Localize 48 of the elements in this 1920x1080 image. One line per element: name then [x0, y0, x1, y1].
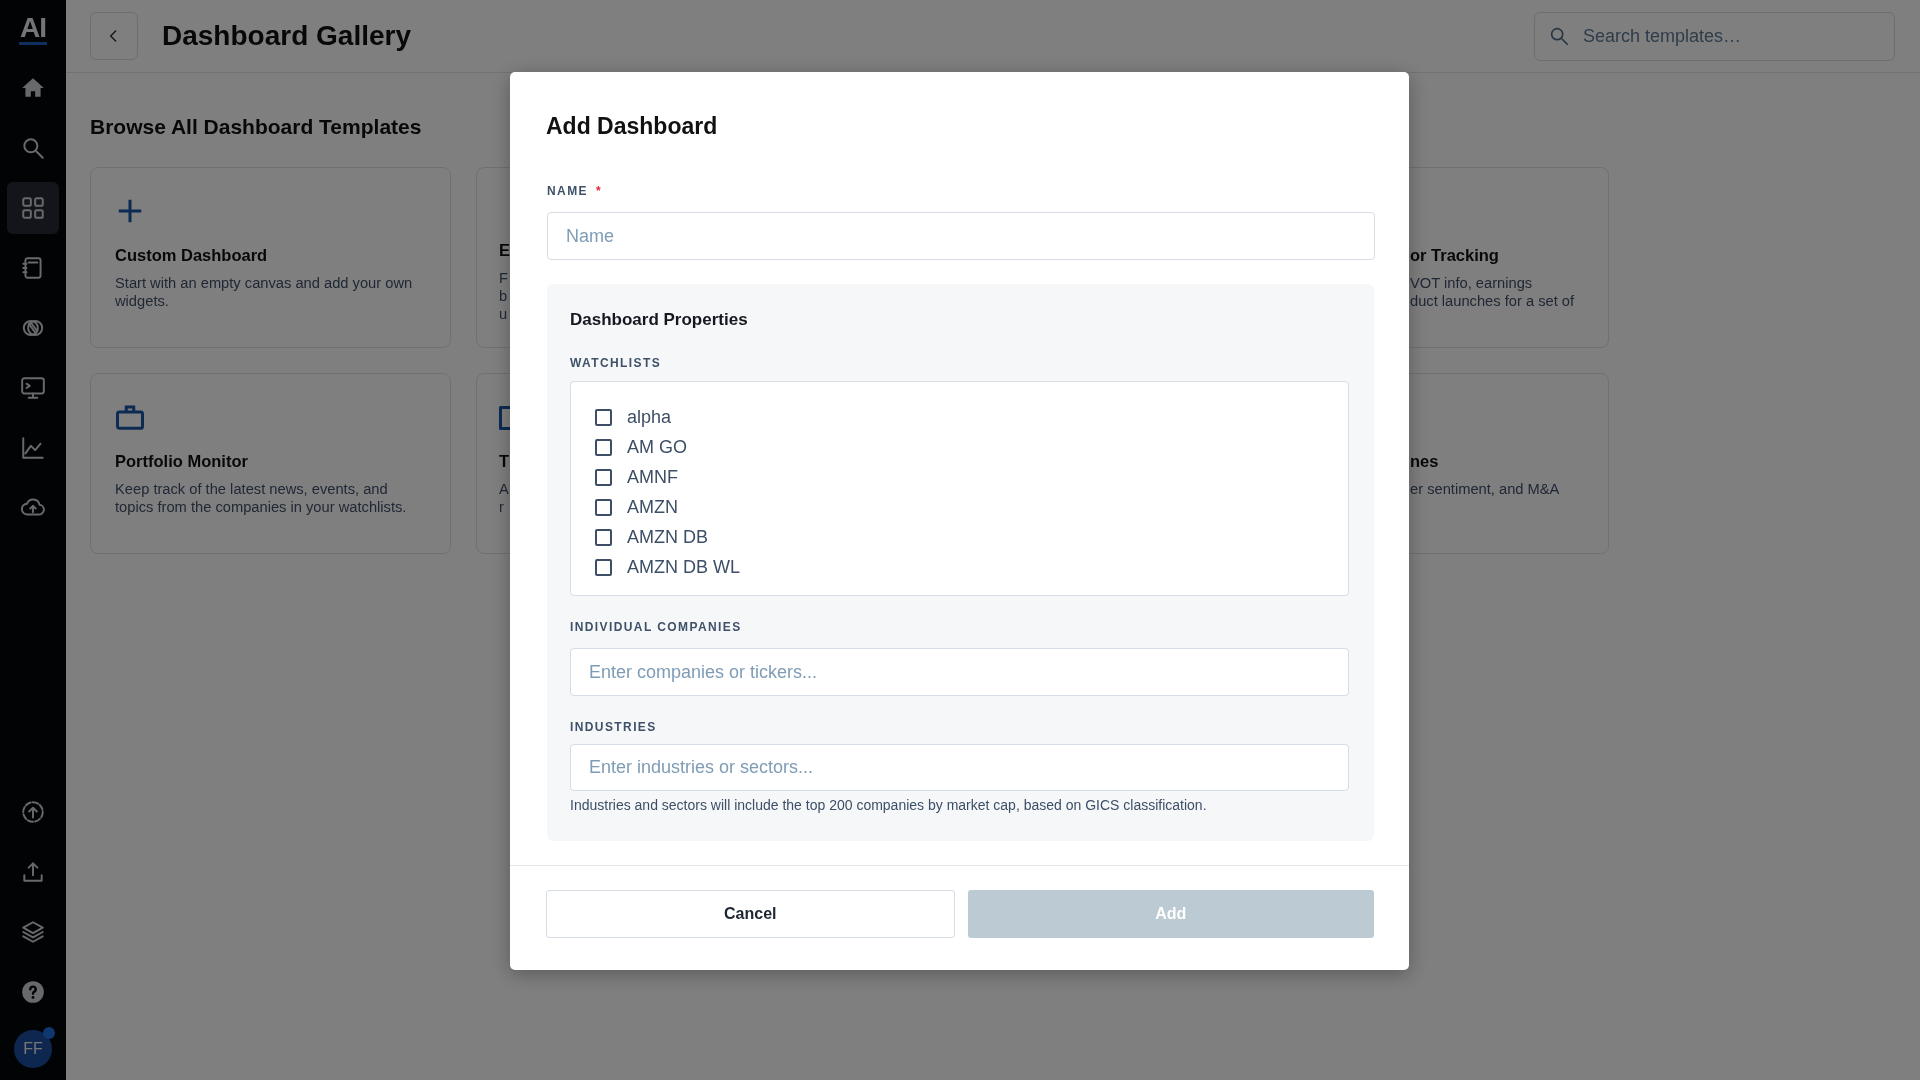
card-title: Custom Dashboard — [115, 245, 268, 266]
card-description: Start with an empty canvas and add your own widgets. — [115, 274, 414, 310]
cancel-button[interactable]: Cancel — [546, 890, 955, 938]
card-title: Portfolio Monitor — [115, 451, 248, 472]
page-title: Dashboard Gallery — [162, 20, 411, 52]
field-label: INDUSTRIES — [570, 720, 658, 734]
card-description: Keep track of the latest news, events, and topics from the companies in your watchlists. — [115, 480, 408, 516]
panel-title: Dashboard Properties — [570, 310, 749, 330]
card-description: b — [499, 287, 508, 305]
card-description: r — [499, 498, 504, 516]
checkbox[interactable] — [595, 438, 612, 456]
modal-title: Add Dashboard — [546, 112, 719, 140]
card-title: T — [499, 451, 510, 472]
field-label: NAME — [547, 184, 588, 198]
industries-field[interactable]: Enter industries or sectors... — [570, 744, 1349, 791]
card-description: VOT info, earnings — [1410, 274, 1533, 292]
name-field[interactable]: Name — [547, 212, 1375, 260]
checkbox-label: AMZN — [627, 496, 678, 518]
checkbox-label: alpha — [627, 406, 672, 428]
help-text: Industries and sectors will include the top 200 companies by market cap, based on GICS classification. — [570, 797, 1208, 813]
template-card[interactable]: Custom Dashboard Start with an empty canvas and add your own widgets. — [90, 167, 451, 348]
card-description: duct launches for a set of — [1410, 292, 1575, 310]
field-label: WATCHLISTS — [570, 356, 663, 370]
companies-field[interactable]: Enter companies or tickers... — [570, 648, 1349, 696]
card-description: F — [499, 269, 508, 287]
required-mark: * — [595, 184, 601, 198]
checkbox-label: AMZN DB WL — [627, 556, 740, 578]
card-title: or Tracking — [1410, 245, 1499, 266]
section-title: Browse All Dashboard Templates — [90, 115, 422, 139]
card-description: u — [499, 305, 508, 323]
card-description: er sentiment, and M&A — [1410, 480, 1560, 498]
card-title: nes — [1410, 451, 1439, 472]
card-title: E — [499, 240, 510, 261]
checkbox[interactable] — [595, 528, 612, 546]
checkbox[interactable] — [595, 558, 612, 576]
checkbox[interactable] — [595, 468, 612, 486]
template-card[interactable]: Portfolio Monitor Keep track of the latest news, events, and topics from the companies in your watchlists. — [90, 373, 451, 554]
grid-icon[interactable] — [7, 182, 59, 234]
checkbox-label: AMNF — [627, 466, 678, 488]
search-field[interactable]: Search templates… — [1534, 11, 1895, 61]
checkbox-label: AMZN DB — [627, 526, 708, 548]
field-label: INDIVIDUAL COMPANIES — [570, 620, 743, 634]
card-description: A — [499, 480, 509, 498]
logo[interactable]: AI — [19, 14, 47, 45]
checkbox[interactable] — [595, 408, 612, 426]
checkbox[interactable] — [595, 498, 612, 516]
checkbox-label: AM GO — [627, 436, 687, 458]
avatar[interactable]: FF — [14, 1030, 52, 1068]
